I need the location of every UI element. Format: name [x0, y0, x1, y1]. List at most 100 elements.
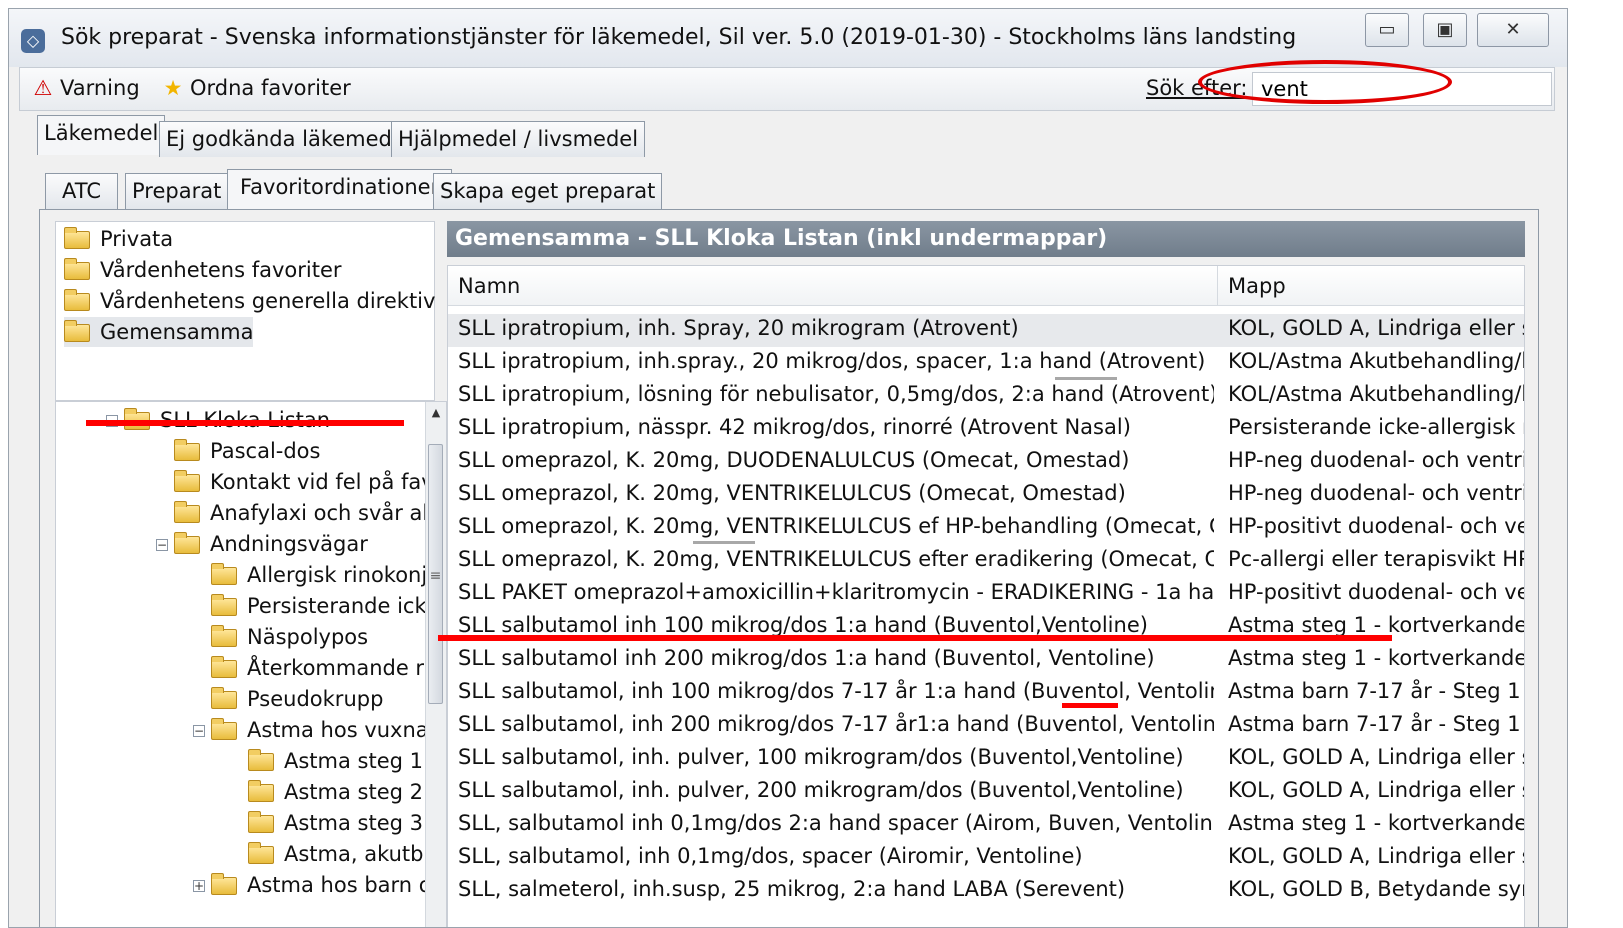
warning-button[interactable]: ⚠ Varning [30, 76, 140, 100]
tree-label: Astma hos vuxna [247, 718, 429, 742]
title-bar: ◇ Sök preparat - Svenska informationstjä… [9, 9, 1567, 67]
table-row[interactable]: SLL, salbutamol inh 0,1mg/dos 2:a hand s… [448, 809, 1524, 842]
table-row[interactable]: SLL salbutamol, inh. pulver, 200 mikrogr… [448, 776, 1524, 809]
cell-mapp: HP-positivt duodenal- och ventr [1228, 580, 1524, 604]
table-row[interactable]: SLL salbutamol, inh. pulver, 100 mikrogr… [448, 743, 1524, 776]
cell-namn: SLL, salbutamol, inh 0,1mg/dos, spacer (… [458, 844, 1083, 868]
tree-item[interactable]: Näspolypos [211, 622, 368, 652]
tree-label: Astma, akutb [284, 842, 424, 866]
table-row[interactable]: SLL salbutamol, inh 200 mikrog/dos 7-17 … [448, 710, 1524, 743]
favorites-label: Ordna favoriter [190, 76, 351, 100]
tab-ej-godkanda[interactable]: Ej godkända läkemedel [159, 121, 418, 157]
tree-label: Persisterande ick [247, 594, 427, 618]
table-row[interactable]: SLL ipratropium, lösning för nebulisator… [448, 380, 1524, 413]
cell-mapp: KOL, GOLD A, Lindriga eller spo [1228, 316, 1524, 340]
cell-mapp: Astma steg 1 - kortverkande be [1228, 811, 1524, 835]
tab-skapa-eget-preparat[interactable]: Skapa eget preparat [433, 173, 663, 209]
cell-namn: SLL omeprazol, K. 20mg, VENTRIKELULCUS e… [458, 547, 1214, 571]
tab-hjalpmedel[interactable]: Hjälpmedel / livsmedel [391, 121, 646, 157]
folder-icon [64, 258, 90, 280]
cell-mapp: KOL, GOLD A, Lindriga eller spo [1228, 844, 1524, 868]
table-row[interactable]: SLL, salbutamol, inh 0,1mg/dos, spacer (… [448, 842, 1524, 875]
folder-item-privata[interactable]: Privata [64, 224, 173, 254]
tab-lakemedel[interactable]: Läkemedel [37, 115, 166, 155]
cell-mapp: KOL/Astma Akutbehandling/kor [1228, 382, 1524, 406]
tree-label: Astma steg 1 [284, 749, 424, 773]
tree-item[interactable]: Astma steg 3 [248, 808, 423, 838]
table-row[interactable]: SLL salbutamol, inh 100 mikrog/dos 7-17 … [448, 677, 1524, 710]
results-panel: Gemensamma - SLL Kloka Listan (inkl unde… [447, 221, 1529, 927]
folder-item-vardenhetens-favoriter[interactable]: Vårdenhetens favoriter [64, 255, 342, 285]
organize-favorites-button[interactable]: ★ Ordna favoriter [160, 76, 351, 100]
tab-favoritordinationer[interactable]: Favoritordinationer [227, 169, 453, 209]
table-row[interactable]: SLL omeprazol, K. 20mg, DUODENALULCUS (O… [448, 446, 1524, 479]
folder-icon [248, 811, 274, 833]
table-row[interactable]: SLL PAKET omeprazol+amoxicillin+klaritro… [448, 578, 1524, 611]
grey-underline [1055, 377, 1117, 380]
table-row[interactable]: SLL ipratropium, inh. Spray, 20 mikrogra… [448, 314, 1524, 347]
tree-item[interactable]: Återkommande ri [211, 653, 430, 683]
tree-label: Pascal-dos [210, 439, 321, 463]
annotation-line [1062, 703, 1118, 708]
tree-label: Allergisk rinokonj [247, 563, 428, 587]
cell-namn: SLL ipratropium, lösning för nebulisator… [458, 382, 1214, 406]
folder-icon [174, 501, 200, 523]
tree-label: Anafylaxi och svår al [210, 501, 429, 525]
tree-label: Astma steg 2 [284, 780, 424, 804]
table-row[interactable]: SLL ipratropium, nässpr. 42 mikrog/dos, … [448, 413, 1524, 446]
cell-namn: SLL salbutamol inh 200 mikrog/dos 1:a ha… [458, 646, 1155, 670]
folder-item-generella-direktiv[interactable]: Vårdenhetens generella direktiv [64, 286, 435, 316]
tab-preparat[interactable]: Preparat [125, 173, 229, 209]
folder-icon [211, 625, 237, 647]
cell-namn: SLL omeprazol, K. 20mg, DUODENALULCUS (O… [458, 448, 1130, 472]
maximize-button[interactable]: ▣ [1423, 13, 1467, 47]
tree-label: Astma steg 3 [284, 811, 424, 835]
annotation-line [438, 635, 1392, 641]
tree-item[interactable]: Pascal-dos [174, 436, 320, 466]
table-row[interactable]: SLL ipratropium, inh.spray., 20 mikrog/d… [448, 347, 1524, 380]
tree-item[interactable]: Kontakt vid fel på fav [174, 467, 434, 497]
tree-item[interactable]: Astma steg 2 [248, 777, 423, 807]
folder-label: Gemensamma [100, 320, 254, 344]
tree-item[interactable]: Anafylaxi och svår al [174, 498, 428, 528]
cell-mapp: Astma steg 1 - kortverkande be [1228, 646, 1524, 670]
table-row[interactable]: SLL, salmeterol, inh.susp, 25 mikrog, 2:… [448, 875, 1524, 908]
close-button[interactable]: ✕ [1477, 13, 1549, 47]
tree-item[interactable]: Allergisk rinokonj [211, 560, 427, 590]
collapse-icon[interactable]: − [156, 539, 168, 551]
tree-item-andningsvagar[interactable]: − Andningsvägar [156, 529, 368, 559]
tree-item[interactable]: Astma, akutb [248, 839, 423, 869]
cell-mapp: Persisterande icke-allergisk rinit [1228, 415, 1524, 439]
column-header-namn[interactable]: Namn [448, 266, 1218, 306]
table-row[interactable]: SLL omeprazol, K. 20mg, VENTRIKELULCUS e… [448, 545, 1524, 578]
folder-label: Vårdenhetens favoriter [100, 258, 342, 282]
tree-item-astma-hos-barn[interactable]: + Astma hos barn o [193, 870, 432, 900]
cell-mapp: Astma barn 7-17 år - Steg 1 [1228, 712, 1521, 736]
table-row[interactable]: SLL omeprazol, K. 20mg, VENTRIKELULCUS (… [448, 479, 1524, 512]
cell-namn: SLL omeprazol, K. 20mg, VENTRIKELULCUS (… [458, 481, 1126, 505]
folder-tree: −SLL Kloka Listan Pascal-dos Kontakt vid… [55, 401, 447, 927]
favorites-folder-list: Privata Vårdenhetens favoriter Vårdenhet… [55, 221, 435, 401]
tree-item-astma-hos-vuxna[interactable]: − Astma hos vuxna [193, 715, 429, 745]
table-row[interactable]: SLL omeprazol, K. 20mg, VENTRIKELULCUS e… [448, 512, 1524, 545]
cell-mapp: KOL, GOLD A, Lindriga eller spo [1228, 745, 1524, 769]
cell-namn: SLL salbutamol, inh 100 mikrog/dos 7-17 … [458, 679, 1214, 703]
panel-header: Gemensamma - SLL Kloka Listan (inkl unde… [447, 221, 1525, 257]
grip-icon: ≡ [429, 568, 442, 584]
tree-item[interactable]: Pseudokrupp [211, 684, 383, 714]
collapse-icon[interactable]: − [193, 725, 205, 737]
tree-scrollbar[interactable]: ▲ ≡ [425, 402, 446, 927]
tree-item[interactable]: Persisterande ick [211, 591, 427, 621]
scroll-up-icon[interactable]: ▲ [426, 406, 446, 419]
tree-item[interactable]: Astma steg 1 [248, 746, 423, 776]
expand-icon[interactable]: + [193, 880, 205, 892]
tab-atc[interactable]: ATC [45, 173, 118, 209]
folder-item-gemensamma[interactable]: Gemensamma [64, 317, 254, 347]
tree-label: Astma hos barn o [247, 873, 432, 897]
cell-namn: SLL omeprazol, K. 20mg, VENTRIKELULCUS e… [458, 514, 1214, 538]
minimize-button[interactable]: ▭ [1365, 13, 1409, 47]
column-header-mapp[interactable]: Mapp [1218, 266, 1524, 306]
table-row[interactable]: SLL salbutamol inh 200 mikrog/dos 1:a ha… [448, 644, 1524, 677]
folder-icon [211, 563, 237, 585]
cell-namn: SLL PAKET omeprazol+amoxicillin+klaritro… [458, 580, 1214, 604]
